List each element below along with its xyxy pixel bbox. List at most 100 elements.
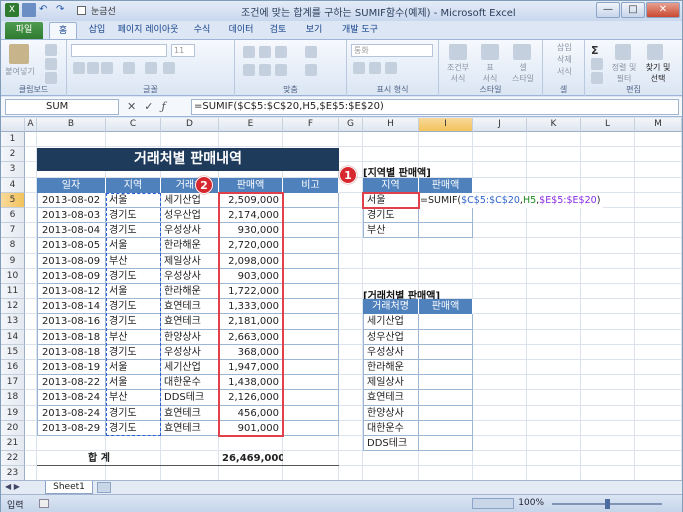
row-header-5[interactable]: 5: [1, 192, 25, 208]
select-all-corner[interactable]: [1, 118, 25, 132]
tab-home[interactable]: 홈: [49, 22, 77, 39]
cancel-icon[interactable]: ✕: [127, 99, 136, 115]
record-note-cell[interactable]: [283, 390, 339, 406]
record-cell[interactable]: 세기산업: [161, 192, 219, 208]
record-cell[interactable]: 2013-08-09: [37, 253, 106, 269]
client-value-cell[interactable]: [419, 405, 473, 421]
row-header-16[interactable]: 16: [1, 360, 25, 376]
total-value[interactable]: 26,469,000: [219, 451, 283, 466]
tab-formulas[interactable]: 수식: [187, 22, 217, 39]
font-name-box[interactable]: [71, 44, 167, 57]
percent-icon[interactable]: [369, 62, 381, 74]
sheet-title-banner[interactable]: 거래처별 판매내역: [37, 148, 339, 171]
name-box[interactable]: SUM: [5, 99, 119, 115]
record-cell[interactable]: 2013-08-22: [37, 375, 106, 391]
client-name-cell[interactable]: 한양상사: [363, 405, 419, 421]
format-button[interactable]: 서식: [557, 66, 572, 77]
minimize-button[interactable]: —: [596, 2, 620, 18]
row-header-7[interactable]: 7: [1, 223, 25, 239]
region-name-cell[interactable]: 경기도: [363, 208, 419, 224]
tab-developer[interactable]: 개발 도구: [335, 22, 385, 39]
align-center-icon[interactable]: [259, 64, 271, 76]
record-cell[interactable]: 2013-08-29: [37, 420, 106, 436]
sort-filter-icon[interactable]: [615, 44, 631, 60]
record-cell[interactable]: 2013-08-02: [37, 192, 106, 208]
record-cell[interactable]: DDS테크: [161, 390, 219, 406]
merge-icon[interactable]: [305, 64, 317, 76]
undo-icon[interactable]: ↶: [39, 3, 53, 17]
client-header-1[interactable]: 판매액: [419, 299, 473, 315]
formula-input[interactable]: =SUMIF($C$5:$C$20,H5,$E$5:$E$20): [191, 99, 679, 115]
record-cell[interactable]: 성우산업: [161, 208, 219, 224]
row-header-22[interactable]: 22: [1, 451, 25, 467]
row-header-19[interactable]: 19: [1, 405, 25, 421]
row-header-14[interactable]: 14: [1, 329, 25, 345]
record-note-cell[interactable]: [283, 299, 339, 315]
row-header-12[interactable]: 12: [1, 299, 25, 315]
row-header-17[interactable]: 17: [1, 375, 25, 391]
client-name-cell[interactable]: 대한운수: [363, 420, 419, 436]
align-middle-icon[interactable]: [259, 46, 271, 58]
record-cell[interactable]: 2013-08-04: [37, 223, 106, 239]
client-name-cell[interactable]: 성우산업: [363, 329, 419, 345]
record-cell[interactable]: 2013-08-03: [37, 208, 106, 224]
sort-filter-button[interactable]: 정렬 및 필터: [609, 62, 639, 84]
record-cell[interactable]: 2013-08-16: [37, 314, 106, 330]
record-cell[interactable]: 2013-08-14: [37, 299, 106, 315]
number-format-box[interactable]: 통화: [351, 44, 433, 57]
row-header-10[interactable]: 10: [1, 268, 25, 284]
editing-formula-cell[interactable]: =SUMIF($C$5:$C$20,H5,$E$5:$E$20): [419, 192, 604, 208]
client-value-cell[interactable]: [419, 314, 473, 330]
new-sheet-icon[interactable]: [97, 482, 111, 493]
client-value-cell[interactable]: [419, 360, 473, 376]
record-note-cell[interactable]: [283, 268, 339, 284]
client-header-0[interactable]: 거래처명: [363, 299, 419, 315]
record-note-cell[interactable]: [283, 314, 339, 330]
record-cell[interactable]: 효연테크: [161, 314, 219, 330]
redo-icon[interactable]: ↷: [56, 3, 70, 17]
wrap-text-icon[interactable]: [305, 46, 317, 58]
column-header-b[interactable]: B: [37, 118, 106, 132]
client-value-cell[interactable]: [419, 375, 473, 391]
autosum-icon[interactable]: Σ: [591, 44, 603, 57]
client-name-cell[interactable]: 우성상사: [363, 344, 419, 360]
record-cell[interactable]: 2013-08-18: [37, 344, 106, 360]
insert-function-icon[interactable]: ƒ: [161, 99, 165, 115]
insert-button[interactable]: 삽입: [557, 42, 572, 53]
copy-icon[interactable]: [45, 58, 57, 70]
row-header-1[interactable]: 1: [1, 132, 25, 148]
view-buttons[interactable]: [472, 498, 514, 509]
row-header-3[interactable]: 3: [1, 162, 25, 178]
column-header-m[interactable]: M: [635, 118, 682, 132]
column-header-k[interactable]: K: [527, 118, 581, 132]
record-cell[interactable]: 세기산업: [161, 360, 219, 376]
client-name-cell[interactable]: DDS테크: [363, 436, 419, 452]
table-header-4[interactable]: 비고: [283, 177, 339, 193]
paste-button[interactable]: 붙여넣기: [3, 66, 37, 77]
record-note-cell[interactable]: [283, 375, 339, 391]
align-right-icon[interactable]: [275, 64, 287, 76]
record-note-cell[interactable]: [283, 253, 339, 269]
fill-icon[interactable]: [591, 58, 603, 70]
record-cell[interactable]: 우성상사: [161, 344, 219, 360]
row-header-4[interactable]: 4: [1, 177, 25, 193]
border-icon[interactable]: [123, 62, 135, 74]
record-note-cell[interactable]: [283, 284, 339, 300]
font-size-box[interactable]: 11: [171, 44, 195, 57]
client-name-cell[interactable]: 제일상사: [363, 375, 419, 391]
align-left-icon[interactable]: [243, 64, 255, 76]
record-note-cell[interactable]: [283, 223, 339, 239]
column-header-d[interactable]: D: [161, 118, 219, 132]
column-header-l[interactable]: L: [581, 118, 635, 132]
row-header-21[interactable]: 21: [1, 436, 25, 452]
comma-icon[interactable]: [385, 62, 397, 74]
cond-format-icon[interactable]: [449, 44, 467, 60]
gridline-checkbox[interactable]: [77, 5, 86, 15]
region-value-cell[interactable]: [419, 208, 473, 224]
tab-view[interactable]: 보기: [299, 22, 329, 39]
column-header-i[interactable]: I: [419, 118, 473, 132]
row-header-8[interactable]: 8: [1, 238, 25, 254]
record-cell[interactable]: 대한운수: [161, 375, 219, 391]
record-cell[interactable]: 한양상사: [161, 329, 219, 345]
save-icon[interactable]: [22, 3, 36, 17]
